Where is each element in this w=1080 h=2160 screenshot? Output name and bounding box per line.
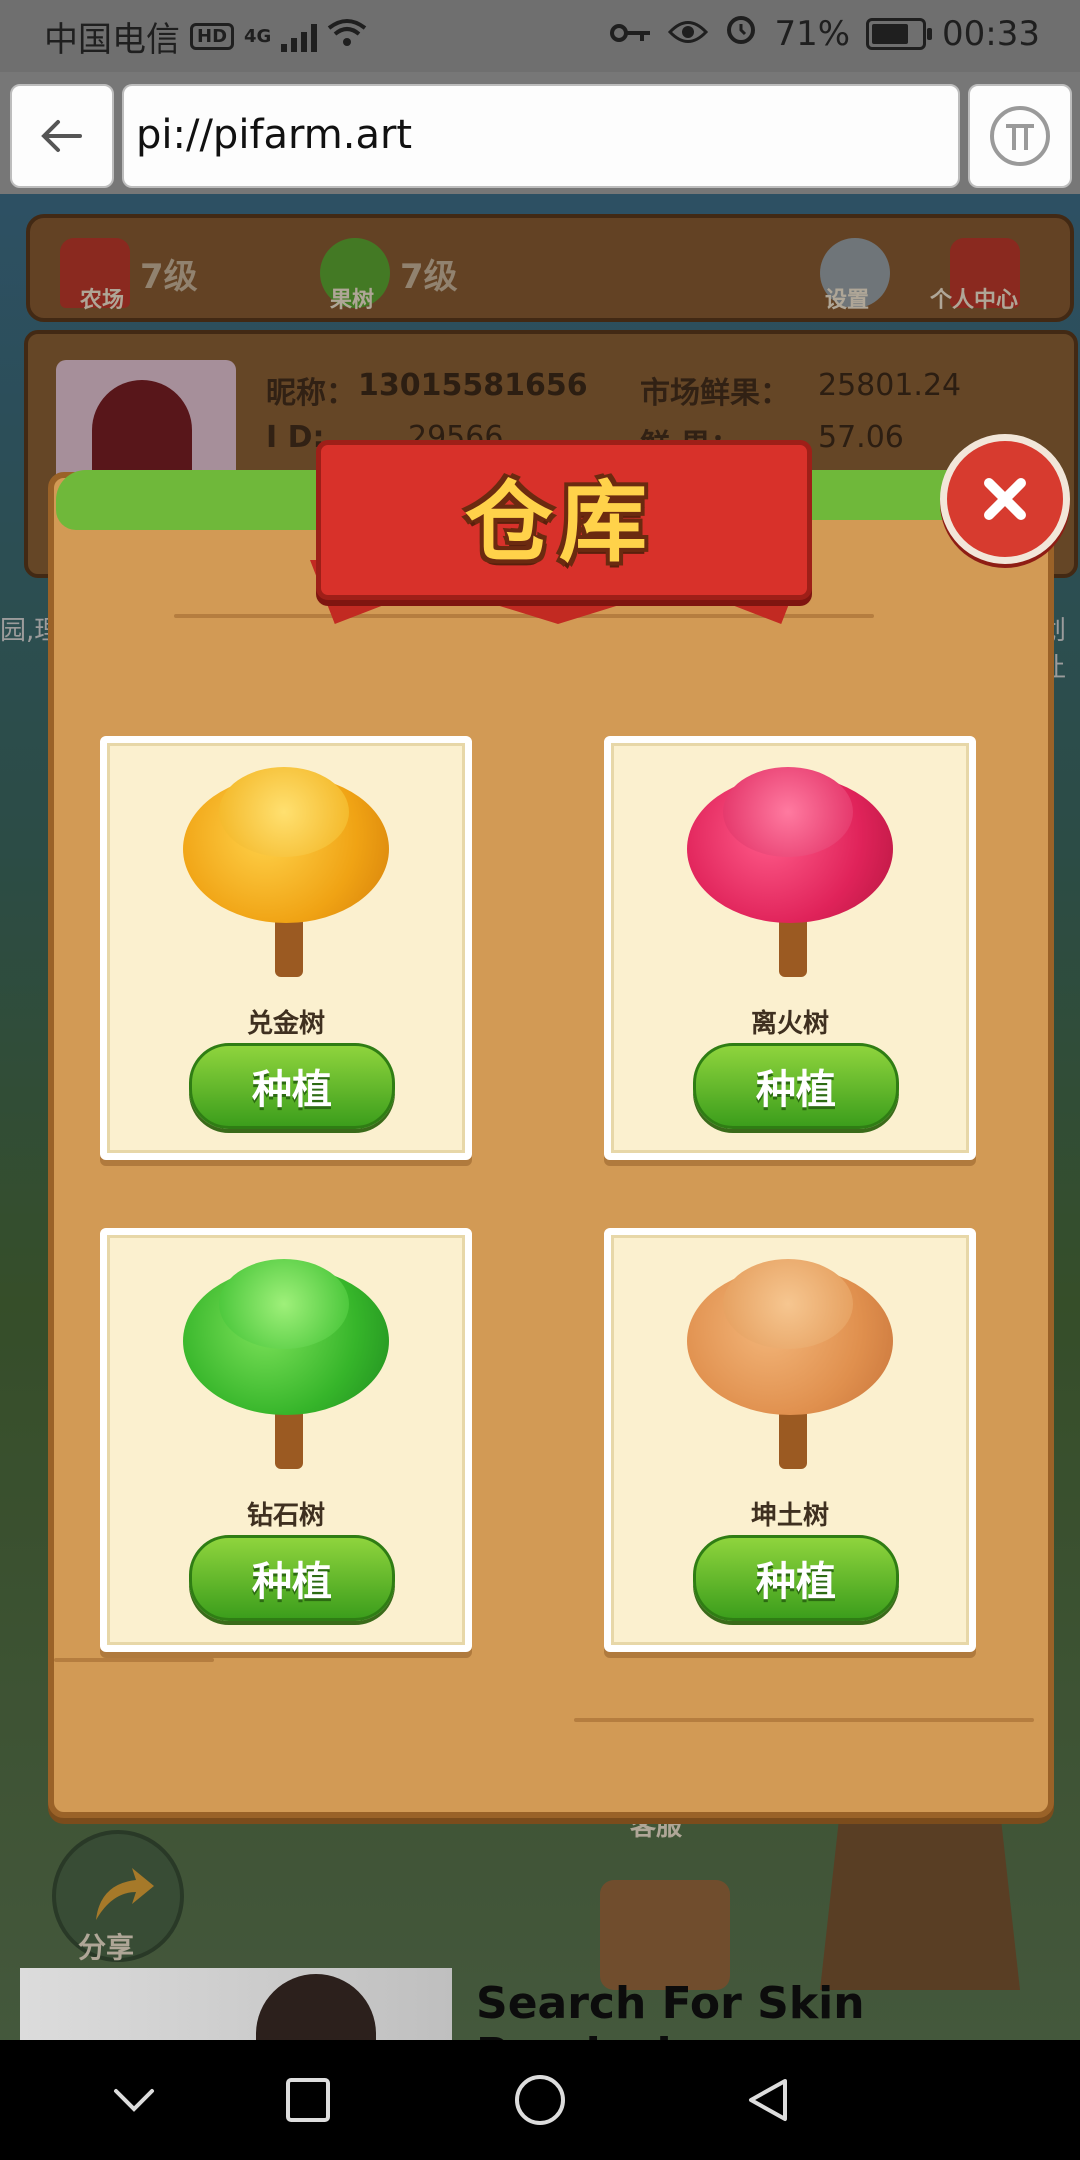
status-bar: 中国电信 HD 4G 71% 00:33: [0, 0, 1080, 72]
status-right: 71% 00:33: [610, 12, 1040, 55]
grass-decoration: [56, 470, 346, 530]
wifi-icon: [327, 17, 367, 57]
key-icon: [610, 14, 652, 54]
close-button[interactable]: [940, 434, 1070, 564]
alarm-icon: [724, 12, 758, 55]
tree-card-diamond: 钻石树 种植: [100, 1228, 472, 1652]
chevron-down-icon: [114, 2089, 154, 2112]
back-arrow-icon: [41, 120, 82, 152]
wood-grain: [574, 1718, 1034, 1722]
pi-logo-icon: [990, 106, 1050, 166]
clock: 00:33: [942, 13, 1040, 54]
diamond-tree-icon: [179, 1259, 393, 1479]
circle-icon: [515, 2075, 565, 2125]
hide-keyboard-button[interactable]: [104, 2070, 164, 2130]
eye-icon: [668, 14, 709, 54]
url-field[interactable]: pi://pifarm.art: [122, 84, 960, 188]
tree-card-gold: 兑金树 种植: [100, 736, 472, 1160]
tree-name: 钻石树: [246, 1501, 325, 1531]
battery-icon: [866, 17, 933, 50]
tree-name: 兑金树: [246, 1009, 325, 1039]
hd-badge: HD: [190, 23, 235, 50]
tree-name: 坤土树: [750, 1501, 829, 1531]
ad-banner[interactable]: Search For Skin Psoriasis: [20, 1968, 1080, 2080]
back-nav-button[interactable]: [738, 2070, 798, 2130]
triangle-back-icon: [749, 2079, 787, 2121]
navigation-bar: [0, 2040, 1080, 2160]
close-icon: [984, 478, 1026, 520]
gold-tree-icon: [179, 767, 393, 987]
wood-grain: [54, 1658, 214, 1662]
browser-toolbar: pi://pifarm.art: [0, 72, 1080, 194]
plant-button[interactable]: 种植: [189, 1535, 395, 1621]
status-left: 中国电信 HD 4G: [44, 12, 367, 61]
tree-card-fire: 离火树 种植: [604, 736, 976, 1160]
tree-name: 离火树: [750, 1009, 829, 1039]
signal-icon: [281, 22, 318, 52]
modal-title: 仓库: [464, 470, 653, 574]
battery-percent: 71%: [774, 13, 851, 54]
tree-card-earth: 坤土树 种植: [604, 1228, 976, 1652]
plant-button[interactable]: 种植: [189, 1043, 395, 1129]
red-tree-icon: [683, 767, 897, 987]
pi-menu-button[interactable]: [968, 84, 1072, 188]
network-type: 4G: [244, 26, 272, 47]
back-button[interactable]: [10, 84, 114, 188]
square-icon: [286, 2078, 330, 2122]
recent-apps-button[interactable]: [278, 2070, 338, 2130]
ad-image: [20, 1968, 452, 2054]
plant-button[interactable]: 种植: [693, 1535, 899, 1621]
earth-tree-icon: [683, 1259, 897, 1479]
plant-button[interactable]: 种植: [693, 1043, 899, 1129]
url-text: pi://pifarm.art: [136, 112, 413, 158]
carrier-name: 中国电信: [44, 20, 180, 60]
home-button[interactable]: [510, 2070, 570, 2130]
